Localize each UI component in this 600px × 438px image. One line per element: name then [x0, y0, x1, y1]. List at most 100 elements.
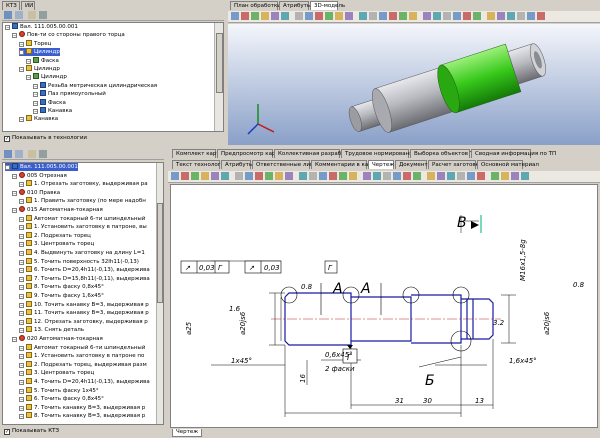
expand-toggle-icon[interactable]: −: [19, 199, 24, 205]
expand-toggle-icon[interactable]: −: [19, 328, 24, 334]
expand-toggle-icon[interactable]: −: [19, 182, 24, 188]
tab-ктз[interactable]: КТЗ: [2, 1, 20, 10]
toolbar-button-icon[interactable]: [211, 172, 219, 180]
tree-item[interactable]: − 3. Центровать торец: [19, 369, 94, 377]
toolbar-button-icon[interactable]: [271, 12, 279, 20]
toolbar-button-icon[interactable]: [245, 172, 253, 180]
tab-выборка-объектов-тп[interactable]: Выборка объектов ТП: [410, 149, 477, 158]
tree-item[interactable]: − 4. Выдвинуть заготовку на длину L=1: [19, 249, 145, 257]
toolbar-button-icon[interactable]: [309, 172, 317, 180]
expand-toggle-icon[interactable]: −: [12, 208, 17, 213]
tree-item[interactable]: − 8. Точить канавку В=3, выдерживая р: [19, 412, 145, 420]
toolbar-button-icon[interactable]: [339, 172, 347, 180]
toolbar-button-icon[interactable]: [447, 172, 455, 180]
expand-toggle-icon[interactable]: −: [19, 311, 24, 317]
show-in-tech-row[interactable]: ✓ Показывать в технологии: [4, 134, 87, 143]
toolbar-button-icon[interactable]: [295, 12, 303, 20]
tree-item[interactable]: − 12. Отрезать заготовку, выдерживая р: [19, 317, 148, 326]
tab-основной-материал[interactable]: Основной материал: [477, 160, 539, 169]
expand-toggle-icon[interactable]: −: [19, 405, 24, 411]
toolbar-button-icon[interactable]: [403, 172, 411, 180]
toolbar-button-icon[interactable]: [349, 172, 357, 180]
tab-атрибуты[interactable]: Атрибуты: [279, 1, 311, 10]
toolbar-button-icon[interactable]: [231, 12, 239, 20]
expand-toggle-icon[interactable]: −: [26, 58, 31, 64]
tree-item[interactable]: − Вал. 111.005.00.001: [5, 23, 78, 31]
tree-item[interactable]: − Торец: [19, 39, 51, 48]
tree-filter-icon[interactable]: [28, 11, 36, 19]
tree-collapse-icon[interactable]: [15, 11, 23, 19]
expand-toggle-icon[interactable]: −: [19, 302, 24, 308]
tp-tree-filter-icon[interactable]: [28, 150, 36, 158]
toolbar-button-icon[interactable]: [443, 12, 451, 20]
expand-toggle-icon[interactable]: −: [33, 109, 38, 114]
tree-item[interactable]: − 5. Точить поверхность 32Ih11(-0,13): [19, 257, 139, 266]
toolbar-button-icon[interactable]: [329, 172, 337, 180]
expand-toggle-icon[interactable]: −: [19, 242, 24, 248]
tree-item[interactable]: − Автомат токарный 6-ти шпиндельный: [19, 214, 145, 223]
expand-toggle-icon[interactable]: −: [19, 397, 24, 403]
toolbar-button-icon[interactable]: [399, 12, 407, 20]
tree-item[interactable]: − Канавка: [33, 107, 72, 115]
expand-toggle-icon[interactable]: −: [19, 388, 24, 394]
expand-toggle-icon[interactable]: −: [19, 67, 24, 72]
toolbar-button-icon[interactable]: [235, 172, 243, 180]
toolbar-button-icon[interactable]: [383, 172, 391, 180]
tree-item[interactable]: − Автомат токарный 6-ти шпиндельный: [19, 343, 145, 352]
expand-toggle-icon[interactable]: −: [19, 251, 24, 256]
tab-расчет-заготовки[interactable]: Расчет заготовки: [428, 160, 483, 169]
toolbar-button-icon[interactable]: [521, 172, 529, 180]
toolbar-button-icon[interactable]: [473, 12, 481, 20]
drawing-canvas[interactable]: B A A ↗ 0,03 Г ↗ 0,03 Г Г 1.6 0.8 0.8 3.…: [170, 184, 598, 428]
tree-item[interactable]: − Резьба метрическая цилиндрическая: [33, 81, 157, 90]
toolbar-button-icon[interactable]: [265, 172, 273, 180]
tab-комментарии-в-карты[interactable]: Комментарии в карты: [311, 160, 379, 169]
toolbar-button-icon[interactable]: [427, 172, 435, 180]
expand-toggle-icon[interactable]: −: [19, 117, 24, 123]
drawing-bottom-tab[interactable]: Чертеж: [172, 429, 203, 437]
tree-item[interactable]: − 2. Подрезать торец, выдерживая разм: [19, 360, 147, 369]
toolbar-button-icon[interactable]: [487, 12, 495, 20]
toolbar-button-icon[interactable]: [409, 12, 417, 20]
expand-toggle-icon[interactable]: −: [19, 216, 24, 222]
tree-item[interactable]: − Цилиндр: [26, 73, 67, 81]
toolbar-button-icon[interactable]: [281, 12, 289, 20]
tab-атрибуты[interactable]: Атрибуты: [221, 160, 253, 169]
expand-toggle-icon[interactable]: −: [5, 25, 10, 30]
toolbar-button-icon[interactable]: [251, 12, 259, 20]
tree-item[interactable]: − Пов-ти со стороны правого торца: [12, 31, 125, 39]
toolbar-button-icon[interactable]: [389, 12, 397, 20]
toolbar-button-icon[interactable]: [285, 172, 293, 180]
expand-toggle-icon[interactable]: −: [19, 285, 24, 291]
tp-tree-settings-icon[interactable]: [39, 150, 47, 158]
expand-toggle-icon[interactable]: −: [19, 380, 24, 385]
toolbar-button-icon[interactable]: [299, 172, 307, 180]
expand-toggle-icon[interactable]: −: [19, 354, 24, 360]
tree-item[interactable]: − 005 Отрезная: [12, 171, 67, 180]
tree-item[interactable]: − 010 Правка: [12, 188, 60, 197]
tab-сводная-информация-по-тп[interactable]: Сводная информация по ТП: [471, 149, 556, 158]
show-kt3-row[interactable]: ✓ Показывать КТЗ: [4, 427, 59, 436]
tree-item[interactable]: − 015 Автоматная-токарная: [12, 206, 103, 214]
show-kt3-checkbox[interactable]: ✓: [4, 429, 10, 435]
tree-item[interactable]: − 5. Точить фаску 1x45°: [19, 386, 99, 395]
toolbar-button-icon[interactable]: [181, 172, 189, 180]
toolbar-button-icon[interactable]: [437, 172, 445, 180]
tab-чертеж[interactable]: Чертеж: [368, 160, 394, 169]
expand-toggle-icon[interactable]: −: [5, 165, 10, 170]
toolbar-button-icon[interactable]: [491, 172, 499, 180]
toolbar-button-icon[interactable]: [511, 172, 519, 180]
toolbar-button-icon[interactable]: [305, 12, 313, 20]
toolbar-button-icon[interactable]: [319, 172, 327, 180]
tree-item[interactable]: − 6. Точить D=20,4h11(-0,13), выдержива: [19, 266, 150, 274]
expand-toggle-icon[interactable]: −: [33, 100, 38, 106]
tree-settings-icon[interactable]: [39, 11, 47, 19]
tree-item[interactable]: − Фаска: [26, 56, 59, 65]
expand-toggle-icon[interactable]: −: [19, 41, 24, 47]
tree-item[interactable]: − 6. Точить фаску 0,8x45°: [19, 395, 104, 403]
tree-item[interactable]: − 4. Точить D=20,4h11(-0,13), выдержива: [19, 378, 150, 386]
toolbar-button-icon[interactable]: [261, 12, 269, 20]
expand-toggle-icon[interactable]: −: [12, 33, 17, 39]
expand-toggle-icon[interactable]: −: [19, 345, 24, 351]
tree-item[interactable]: − 7. Точить D=15,8h11(-0,11), выдержива: [19, 274, 150, 283]
